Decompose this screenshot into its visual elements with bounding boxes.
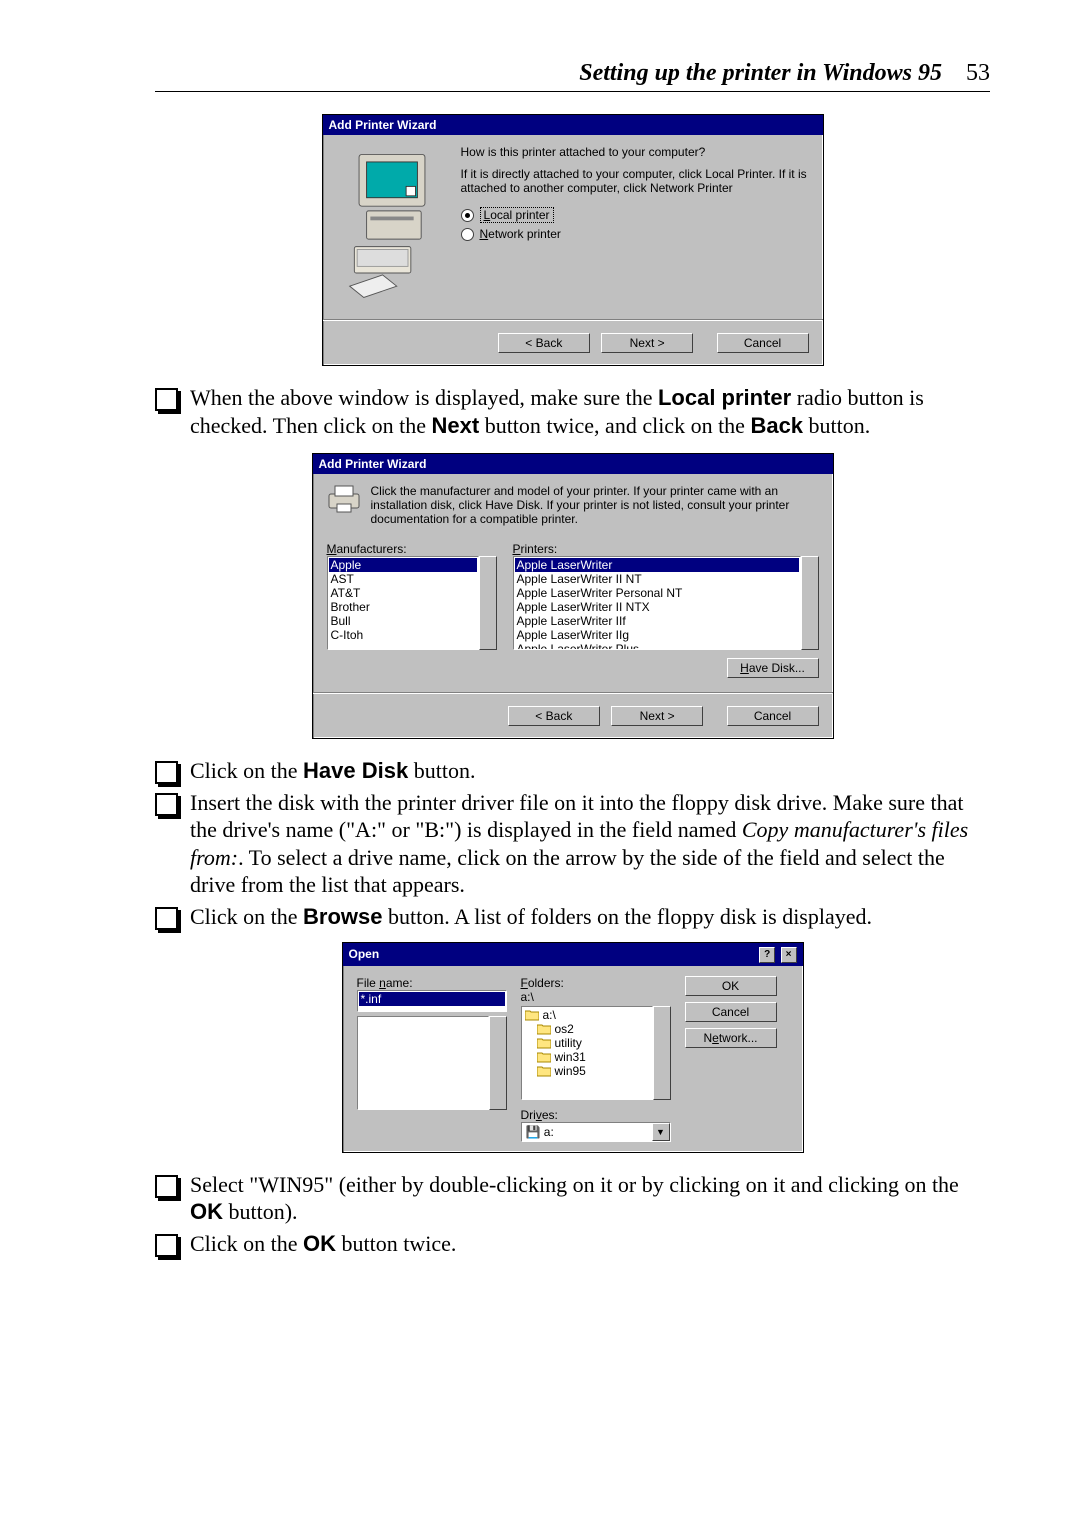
scrollbar[interactable] [801,556,819,650]
instruction-text: Click on the OK button twice. [190,1230,456,1258]
help-button[interactable]: ? [759,947,775,963]
next-button[interactable]: Next > [611,706,703,726]
dialog-titlebar: Open ? × [343,943,803,966]
header-rule [155,91,990,92]
cancel-button[interactable]: Cancel [685,1002,777,1022]
filename-value: *.inf [359,992,505,1006]
checkbox-bullet-icon [155,1175,178,1198]
dialog-title: Open [349,947,380,961]
add-printer-wizard-step2: Add Printer Wizard Click the manufacture… [312,453,834,739]
checkbox-bullet-icon [155,761,178,784]
local-printer-label: ocal printer [490,208,549,222]
list-item[interactable]: Apple [329,558,477,572]
checkbox-bullet-icon [155,388,178,411]
drives-label: Drives: [521,1108,671,1122]
wizard-question: How is this printer attached to your com… [461,145,809,159]
list-item[interactable]: Apple LaserWriter IIg [515,628,799,642]
list-item[interactable]: utility [523,1036,651,1050]
wizard-instruction: Click the manufacturer and model of your… [371,484,819,526]
list-item[interactable]: Apple LaserWriter Plus [515,642,799,650]
have-disk-button[interactable]: Have Disk... [727,658,819,678]
scrollbar[interactable] [653,1006,671,1100]
dialog-title: Add Printer Wizard [319,457,427,471]
filename-input[interactable]: *.inf [357,990,507,1012]
dialog-title: Add Printer Wizard [329,118,437,132]
printers-listbox[interactable]: Apple LaserWriter Apple LaserWriter II N… [513,556,801,650]
instruction-text: Insert the disk with the printer driver … [190,789,990,899]
back-button[interactable]: < Back [508,706,600,726]
instruction-text: Click on the Browse button. A list of fo… [190,903,872,931]
checkbox-bullet-icon [155,907,178,930]
instruction-text: When the above window is displayed, make… [190,384,990,439]
page-header: Setting up the printer in Windows 95 53 [155,60,990,87]
open-dialog: Open ? × File name: *.inf Folders: a:\ [342,942,804,1153]
close-button[interactable]: × [781,947,797,963]
printers-label: Printers: [513,542,819,556]
list-item[interactable]: os2 [523,1022,651,1036]
checkbox-bullet-icon [155,793,178,816]
drives-value: 💾 a: [522,1125,652,1139]
checkbox-bullet-icon [155,1234,178,1257]
network-printer-label: etwork printer [488,227,561,241]
folders-listbox[interactable]: a:\ os2 utility win31 win95 [521,1006,653,1100]
filename-label: File name: [357,976,507,990]
cancel-button[interactable]: Cancel [717,333,809,353]
next-button[interactable]: Next > [601,333,693,353]
folder-icon [537,1065,551,1077]
folder-icon [537,1051,551,1063]
list-item[interactable]: AST [329,572,477,586]
scrollbar[interactable] [489,1016,507,1110]
folder-icon [537,1037,551,1049]
list-item[interactable]: win31 [523,1050,651,1064]
list-item[interactable]: Apple LaserWriter II NT [515,572,799,586]
files-listbox[interactable] [357,1016,489,1110]
folder-open-icon [525,1009,539,1021]
folders-label: Folders: [521,976,671,990]
instruction-text: Select "WIN95" (either by double-clickin… [190,1171,990,1226]
folder-icon [537,1023,551,1035]
add-printer-wizard-step1: Add Printer Wizard How is this printer a… [322,114,824,366]
drives-combo[interactable]: 💾 a: ▼ [521,1122,671,1142]
local-printer-radio[interactable]: Local printer [461,207,809,223]
wizard-explain: If it is directly attached to your compu… [461,167,809,195]
manufacturers-listbox[interactable]: Apple AST AT&T Brother Bull C-Itoh [327,556,479,650]
dialog-titlebar: Add Printer Wizard [323,115,823,135]
network-button[interactable]: Network... [685,1028,777,1048]
manufacturers-label: Manufacturers: [327,542,497,556]
list-item[interactable]: Apple LaserWriter II NTX [515,600,799,614]
section-title: Setting up the printer in Windows 95 [579,60,942,86]
printer-icon [327,484,361,514]
scrollbar[interactable] [479,556,497,650]
network-printer-radio[interactable]: Network printer [461,227,809,241]
wizard-graphic [337,145,447,305]
list-item[interactable]: C-Itoh [329,628,477,642]
radio-dot-icon [461,209,474,222]
radio-dot-icon [461,228,474,241]
ok-button[interactable]: OK [685,976,777,996]
list-item[interactable]: Bull [329,614,477,628]
list-item[interactable]: AT&T [329,586,477,600]
instruction-text: Click on the Have Disk button. [190,757,475,785]
folders-path: a:\ [521,990,671,1004]
list-item[interactable]: Brother [329,600,477,614]
dropdown-arrow-icon: ▼ [652,1123,670,1141]
list-item[interactable]: Apple LaserWriter IIf [515,614,799,628]
list-item[interactable]: a:\ [523,1008,651,1022]
cancel-button[interactable]: Cancel [727,706,819,726]
dialog-titlebar: Add Printer Wizard [313,454,833,474]
page-number: 53 [966,60,990,86]
list-item[interactable]: Apple LaserWriter Personal NT [515,586,799,600]
back-button[interactable]: < Back [498,333,590,353]
list-item[interactable]: Apple LaserWriter [515,558,799,572]
list-item[interactable]: win95 [523,1064,651,1078]
